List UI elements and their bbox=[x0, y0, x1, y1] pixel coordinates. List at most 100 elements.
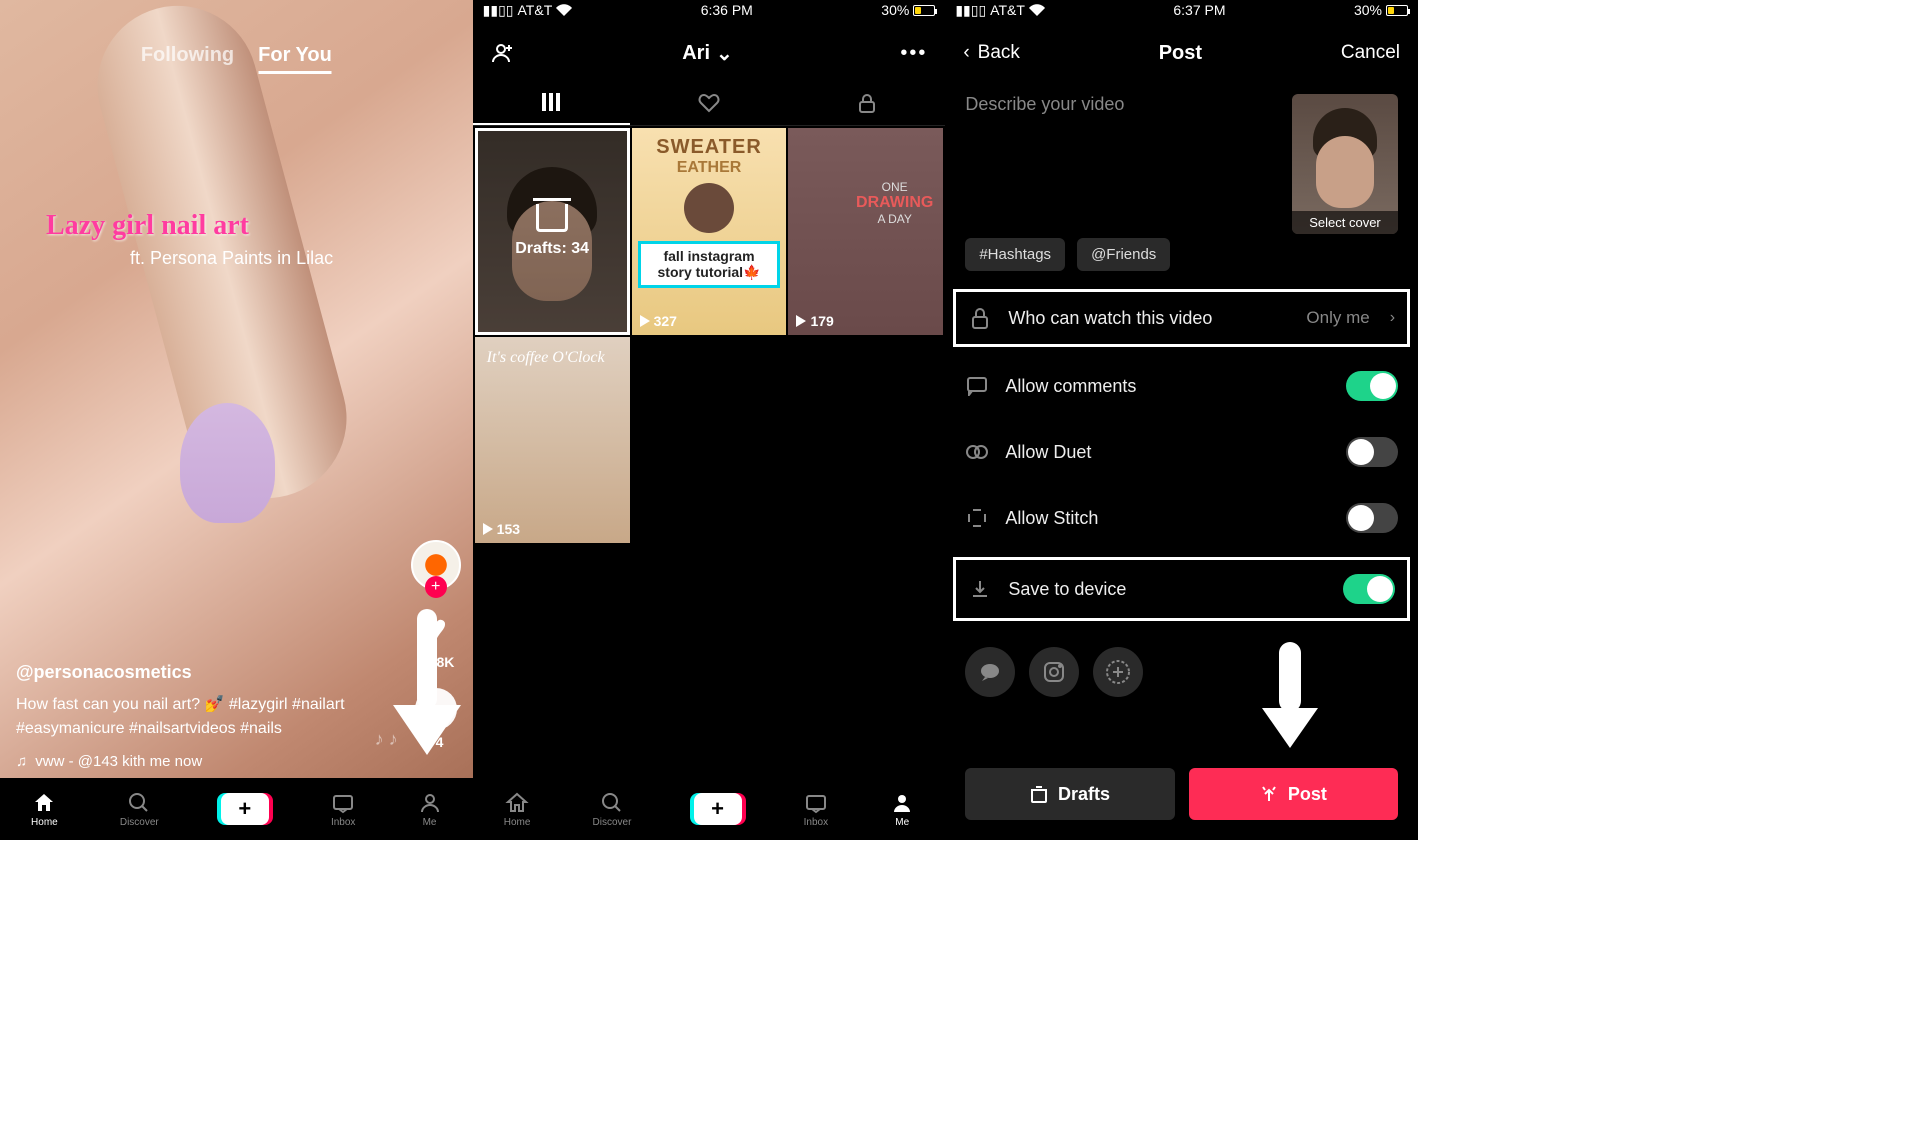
battery-icon bbox=[1386, 5, 1408, 16]
tab-liked[interactable] bbox=[630, 80, 788, 125]
nav-me[interactable]: Me bbox=[418, 791, 442, 828]
home-icon bbox=[505, 791, 529, 815]
nav-discover[interactable]: Discover bbox=[593, 791, 632, 828]
tab-following[interactable]: Following bbox=[141, 44, 234, 74]
battery-percent: 30% bbox=[1354, 2, 1382, 18]
select-cover-label: Select cover bbox=[1292, 211, 1398, 234]
share-more-icon[interactable] bbox=[1093, 647, 1143, 697]
views-badge: 179 bbox=[796, 313, 833, 329]
views-badge: 153 bbox=[483, 521, 520, 537]
description-input[interactable]: Describe your video bbox=[965, 94, 1292, 234]
lock-icon bbox=[968, 306, 992, 330]
signal-icon: ▮▮▯▯ bbox=[483, 2, 514, 19]
swipe-down-arrow-icon bbox=[393, 609, 461, 755]
save-toggle[interactable] bbox=[1343, 574, 1395, 604]
carrier-label: AT&T bbox=[518, 2, 553, 18]
video-title: Lazy girl nail art bbox=[46, 210, 249, 242]
cover-thumbnail[interactable]: Select cover bbox=[1292, 94, 1398, 234]
nav-create[interactable]: + bbox=[694, 793, 742, 825]
inbox-icon bbox=[804, 791, 828, 815]
drafts-button[interactable]: Drafts bbox=[965, 768, 1174, 820]
comments-toggle[interactable] bbox=[1346, 371, 1398, 401]
chevron-down-icon: ⌄ bbox=[716, 41, 733, 66]
duet-icon bbox=[965, 440, 989, 464]
nav-me[interactable]: Me bbox=[890, 791, 914, 828]
battery-icon bbox=[913, 5, 935, 16]
carrier-label: AT&T bbox=[990, 2, 1025, 18]
drafts-icon bbox=[536, 204, 568, 232]
back-button[interactable]: ‹ Back bbox=[963, 42, 1020, 64]
views-badge: 327 bbox=[640, 313, 677, 329]
video-grid: Drafts: 34 SWEATER EATHER fall instagram… bbox=[473, 126, 946, 545]
share-instagram-icon[interactable] bbox=[1029, 647, 1079, 697]
post-header: ‹ Back Post Cancel bbox=[945, 26, 1418, 80]
play-icon bbox=[796, 315, 806, 327]
drafts-count: Drafts: 34 bbox=[515, 240, 589, 258]
bottom-nav: Home Discover + Inbox Me bbox=[0, 778, 473, 840]
signal-icon: ▮▮▯▯ bbox=[955, 2, 986, 19]
profile-name-dropdown[interactable]: Ari ⌄ bbox=[682, 41, 733, 66]
play-icon bbox=[483, 523, 493, 535]
cancel-button[interactable]: Cancel bbox=[1341, 42, 1400, 64]
share-row bbox=[945, 627, 1418, 717]
stitch-toggle[interactable] bbox=[1346, 503, 1398, 533]
more-options-icon[interactable]: ••• bbox=[900, 42, 927, 65]
profile-screen: ▮▮▯▯ AT&T 6:36 PM 30% Ari ⌄ ••• bbox=[473, 0, 946, 840]
duet-row[interactable]: Allow Duet bbox=[945, 419, 1418, 485]
tab-videos[interactable] bbox=[473, 80, 631, 125]
nav-home[interactable]: Home bbox=[504, 791, 531, 828]
arrow-down-icon bbox=[1262, 642, 1318, 748]
post-button[interactable]: Post bbox=[1189, 768, 1398, 820]
wifi-icon bbox=[556, 4, 572, 16]
video-subtitle: ft. Persona Paints in Lilac bbox=[130, 248, 333, 269]
wifi-icon bbox=[1029, 4, 1045, 16]
creator-username[interactable]: @personacosmetics bbox=[16, 662, 383, 683]
clock: 6:37 PM bbox=[1173, 2, 1225, 18]
privacy-value: Only me bbox=[1306, 308, 1369, 328]
nav-create[interactable]: + bbox=[221, 793, 269, 825]
share-message-icon[interactable] bbox=[965, 647, 1015, 697]
bottom-nav: Home Discover + Inbox Me bbox=[473, 778, 946, 840]
creator-avatar[interactable]: + bbox=[411, 540, 461, 590]
nav-home[interactable]: Home bbox=[31, 791, 58, 828]
status-bar: ▮▮▯▯ AT&T 6:37 PM 30% bbox=[945, 0, 1418, 20]
follow-plus-icon[interactable]: + bbox=[425, 576, 447, 598]
privacy-row[interactable]: Who can watch this video Only me › bbox=[953, 289, 1410, 347]
drafts-tile[interactable]: Drafts: 34 bbox=[475, 128, 630, 335]
inbox-icon bbox=[331, 791, 355, 815]
tab-foryou[interactable]: For You bbox=[258, 44, 332, 74]
battery-percent: 30% bbox=[881, 2, 909, 18]
person-icon bbox=[418, 791, 442, 815]
search-icon bbox=[127, 791, 151, 815]
page-title: Post bbox=[1159, 42, 1202, 65]
video-tile[interactable]: It's coffee O'Clock 153 bbox=[475, 337, 630, 544]
chevron-left-icon: ‹ bbox=[963, 42, 969, 64]
person-icon bbox=[890, 791, 914, 815]
nav-discover[interactable]: Discover bbox=[120, 791, 159, 828]
tab-private[interactable] bbox=[788, 80, 946, 125]
status-bar: ▮▮▯▯ AT&T 6:36 PM 30% bbox=[473, 0, 946, 20]
hashtags-chip[interactable]: #Hashtags bbox=[965, 238, 1065, 271]
music-info[interactable]: ♫ vww - @143 kith me now bbox=[16, 753, 383, 770]
post-screen: ▮▮▯▯ AT&T 6:37 PM 30% ‹ Back Post Cancel… bbox=[945, 0, 1418, 840]
video-tile[interactable]: ONE DRAWING A DAY 179 bbox=[788, 128, 943, 335]
clock: 6:36 PM bbox=[701, 2, 753, 18]
home-icon bbox=[32, 791, 56, 815]
feed-tabs: Following For You bbox=[141, 44, 332, 74]
comment-icon bbox=[965, 374, 989, 398]
play-icon bbox=[640, 315, 650, 327]
friends-chip[interactable]: @Friends bbox=[1077, 238, 1170, 271]
profile-content-tabs bbox=[473, 80, 946, 126]
duet-toggle[interactable] bbox=[1346, 437, 1398, 467]
save-row[interactable]: Save to device bbox=[953, 557, 1410, 621]
comments-row[interactable]: Allow comments bbox=[945, 353, 1418, 419]
add-person-icon[interactable] bbox=[491, 41, 515, 65]
nav-inbox[interactable]: Inbox bbox=[804, 791, 828, 828]
video-tile[interactable]: SWEATER EATHER fall instagram story tuto… bbox=[632, 128, 787, 335]
video-caption: How fast can you nail art? 💅 #lazygirl #… bbox=[16, 693, 383, 741]
download-icon bbox=[968, 577, 992, 601]
nav-inbox[interactable]: Inbox bbox=[331, 791, 355, 828]
chevron-right-icon: › bbox=[1390, 309, 1395, 327]
music-icon: ♫ bbox=[16, 753, 27, 770]
stitch-row[interactable]: Allow Stitch bbox=[945, 485, 1418, 551]
